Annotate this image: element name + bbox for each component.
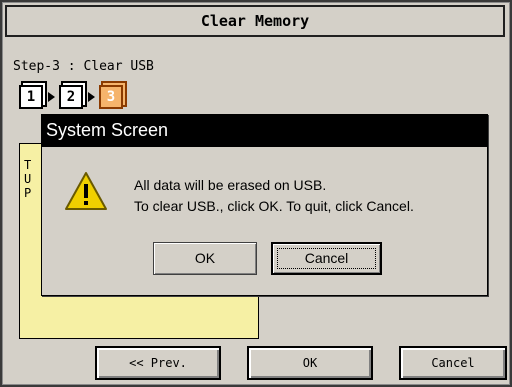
ok-button[interactable]: OK bbox=[247, 346, 373, 380]
step-box-3-current: 3 bbox=[99, 85, 123, 109]
step-box-2: 2 bbox=[59, 85, 83, 109]
focus-ring bbox=[277, 248, 376, 269]
hmi-screen: Clear Memory Step-3 : Clear USB 1 2 3 T … bbox=[2, 2, 510, 385]
dialog-message-line-1: All data will be erased on USB. bbox=[134, 177, 327, 193]
dialog-cancel-button[interactable]: Cancel bbox=[271, 242, 382, 275]
prev-button[interactable]: << Prev. bbox=[95, 346, 221, 380]
dialog-message: All data will be erased on USB. To clear… bbox=[134, 175, 414, 217]
dialog-ok-button[interactable]: OK bbox=[153, 242, 257, 275]
cancel-button[interactable]: Cancel bbox=[399, 346, 507, 380]
dialog-title: System Screen bbox=[42, 115, 487, 147]
step-label: Step-3 : Clear USB bbox=[13, 59, 154, 74]
step-arrow-icon bbox=[48, 92, 55, 102]
step-arrow-icon bbox=[88, 92, 95, 102]
dialog-message-line-2: To clear USB., click OK. To quit, click … bbox=[134, 198, 414, 214]
step-box-1: 1 bbox=[19, 85, 43, 109]
warning-icon bbox=[65, 172, 107, 210]
system-dialog: System Screen All data will be erased on… bbox=[41, 114, 488, 296]
window-title: Clear Memory bbox=[5, 5, 505, 37]
